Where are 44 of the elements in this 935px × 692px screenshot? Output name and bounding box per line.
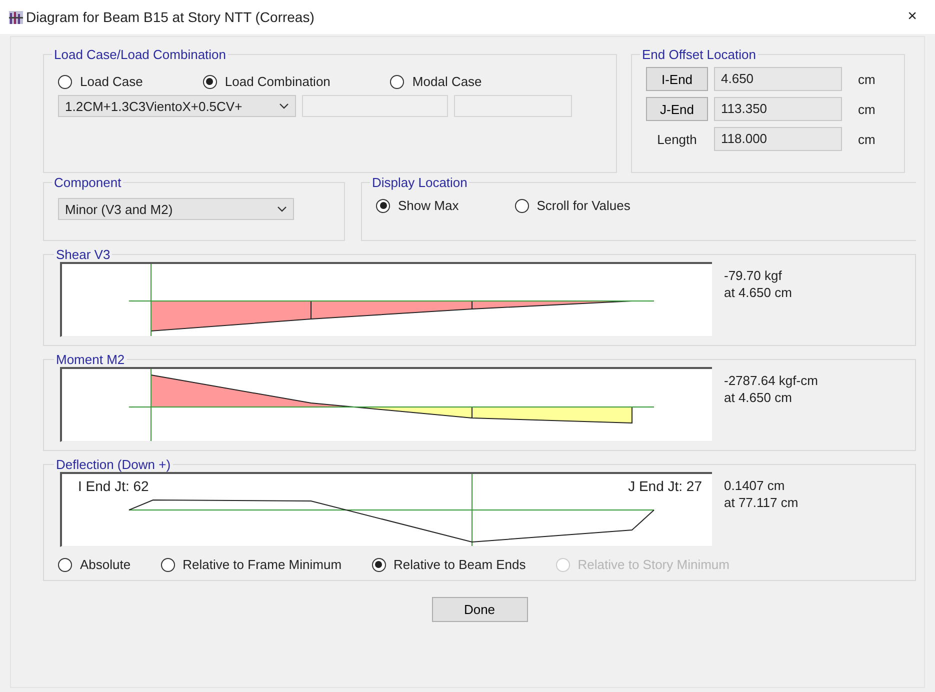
radio-option[interactable]: Show Max xyxy=(376,198,459,213)
max-value: -2787.64 kgf-cm xyxy=(724,373,818,388)
combination-value: 1.2CM+1.3C3VientoX+0.5CV+ xyxy=(65,98,242,114)
offset-field[interactable]: 118.000 xyxy=(714,127,842,151)
close-button[interactable]: × xyxy=(900,8,925,26)
unit-label: cm xyxy=(858,72,876,86)
field-label: Length xyxy=(656,132,698,146)
joint-label: I End Jt: 62 xyxy=(78,478,149,494)
group-title: End Offset Location xyxy=(641,47,757,62)
group-title: Moment M2 xyxy=(55,352,126,367)
group-title: Load Case/Load Combination xyxy=(53,47,228,62)
radio-option[interactable]: Load Combination xyxy=(202,74,330,89)
group-title: Deflection (Down +) xyxy=(55,457,172,472)
input-field[interactable] xyxy=(454,95,572,117)
group-title: Display Location xyxy=(371,175,468,190)
chevron-icon xyxy=(277,206,287,212)
unit-label: cm xyxy=(858,102,876,116)
radio-option[interactable]: Absolute xyxy=(58,557,131,572)
end-button[interactable]: J-End xyxy=(646,97,708,121)
group-title: Component xyxy=(53,175,122,190)
group-title: Shear V3 xyxy=(55,247,112,262)
app-icon xyxy=(8,9,24,25)
combination-dropdown[interactable]: 1.2CM+1.3C3VientoX+0.5CV+ xyxy=(58,95,296,117)
end-button[interactable]: I-End xyxy=(646,67,708,91)
chevron-icon xyxy=(279,103,289,109)
window-title: Diagram for Beam B15 at Story NTT (Correas) xyxy=(26,9,316,25)
radio-option[interactable]: Load Case xyxy=(58,74,143,89)
offset-field[interactable]: 113.350 xyxy=(714,97,842,121)
done-button[interactable]: Done xyxy=(432,597,528,622)
component-dropdown[interactable]: Minor (V3 and M2) xyxy=(58,198,294,220)
radio-option[interactable]: Relative to Frame Minimum xyxy=(160,557,342,572)
max-location: at 4.650 cm xyxy=(724,390,793,405)
unit-label: cm xyxy=(858,132,876,146)
offset-field[interactable]: 4.650 xyxy=(714,67,842,91)
input-field[interactable] xyxy=(302,95,448,117)
radio-option[interactable]: Modal Case xyxy=(390,74,482,89)
max-value: -79.70 kgf xyxy=(724,268,783,283)
component-value: Minor (V3 and M2) xyxy=(65,202,173,216)
radio-option[interactable]: Relative to Beam Ends xyxy=(372,557,526,572)
max-value: 0.1407 cm xyxy=(724,478,786,493)
joint-label: J End Jt: 27 xyxy=(628,478,702,494)
max-location: at 4.650 cm xyxy=(724,285,792,300)
radio-option[interactable]: Scroll for Values xyxy=(514,198,630,213)
max-location: at 77.117 cm xyxy=(724,495,798,510)
